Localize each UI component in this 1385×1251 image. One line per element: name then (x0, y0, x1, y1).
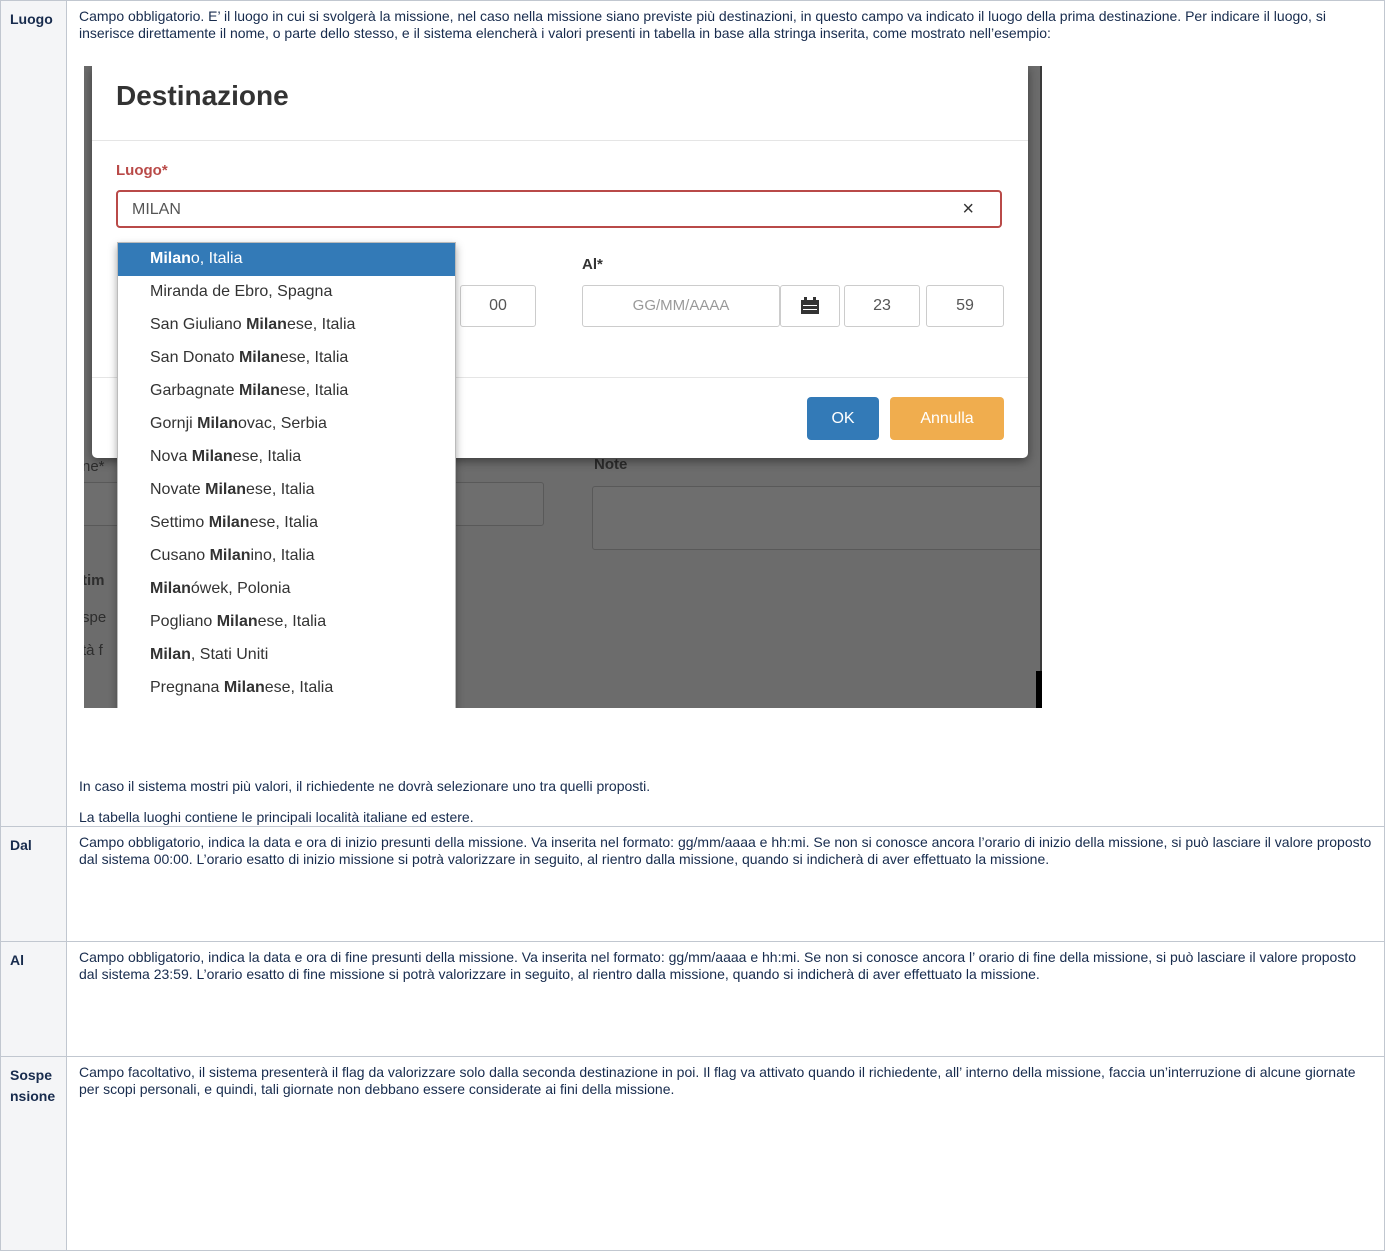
suggestion-text-pre: San Donato (150, 349, 239, 366)
suggestion-text-pre: Nova (150, 448, 192, 465)
suggestion-match: Milan (238, 382, 280, 399)
suggestion-item[interactable]: Miranda de Ebro, Spagna (118, 276, 455, 309)
suggestion-match: Milan (223, 679, 265, 696)
suggestion-text-post: ese, Italia (249, 514, 319, 531)
suggestion-text-post: , Stati Uniti (190, 646, 269, 663)
window-edge (1040, 66, 1042, 708)
suggestion-item[interactable]: Milan, Stati Uniti (118, 639, 455, 672)
suggestion-text-post: o, Italia (190, 250, 243, 267)
al-description: Campo obbligatorio, indica la data e ora… (79, 949, 1357, 982)
background-fragment: spe (84, 609, 107, 626)
suggestion-text-pre: Pogliano (150, 613, 217, 630)
suggestion-item[interactable]: Nova Milanese, Italia (118, 441, 455, 474)
row-label-dal: Dal (0, 826, 67, 942)
table-row-dal: Dal Campo obbligatorio, indica la data e… (0, 826, 1385, 942)
suggestion-text-post: ese, Italia (264, 679, 334, 696)
luogo-table-note: La tabella luoghi contiene le principali… (79, 809, 474, 825)
row-label-luogo: Luogo (0, 0, 67, 827)
dal-description: Campo obbligatorio, indica la data e ora… (79, 834, 1372, 867)
suggestion-text-post: ówek, Polonia (190, 580, 291, 597)
suggestion-text-pre: San Giuliano (150, 316, 247, 333)
background-fragment: tà f (84, 642, 103, 659)
suggestion-text-pre: Pregnana (150, 679, 224, 696)
embedded-screenshot: ne* Note tim spe tà f Destinazione Luogo… (84, 66, 1042, 708)
suggestion-match: Milan (197, 415, 239, 432)
suggestion-match: Milan (191, 448, 233, 465)
suggestion-text-post: ino, Italia (250, 547, 315, 564)
al-minutes-input[interactable]: 59 (926, 285, 1004, 327)
dal-minutes-input[interactable]: 00 (460, 285, 536, 327)
suggestion-text-pre: Gornji (150, 415, 198, 432)
luogo-suggestions-dropdown: Milano, Italia Miranda de Ebro, Spagna San… (117, 242, 456, 708)
suggestion-item[interactable]: Milanówek, Polonia (118, 573, 455, 606)
luogo-input-value: MILAN (132, 201, 181, 218)
table-row-sospensione: Sospensione Campo facoltativo, il sistem… (0, 1056, 1385, 1251)
luogo-selection-note: In caso il sistema mostri più valori, il… (79, 778, 651, 794)
window-edge-dark (1036, 671, 1042, 708)
suggestion-match: Milan (209, 547, 251, 564)
suggestion-item[interactable]: San Donato Milanese, Italia (118, 342, 455, 375)
suggestion-text-post: ese, Italia (279, 382, 349, 399)
background-note-field (592, 486, 1042, 550)
suggestion-item[interactable]: San Giuliano Milanese, Italia (118, 309, 455, 342)
row-label-sospensione: Sospensione (0, 1056, 67, 1251)
suggestion-item[interactable]: Settimo Milanese, Italia (118, 507, 455, 540)
calendar-icon (801, 296, 819, 314)
suggestion-match: Milan (238, 349, 280, 366)
luogo-intro-text: Campo obbligatorio. E’ il luogo in cui s… (79, 8, 1326, 41)
suggestion-match: Milan (246, 316, 287, 333)
suggestion-item[interactable]: Pregnana Milanese, Italia (118, 672, 455, 705)
suggestion-text-post: ese, Italia (246, 481, 315, 498)
row-content-luogo: Campo obbligatorio. E’ il luogo in cui s… (66, 0, 1385, 827)
suggestion-item[interactable]: Milano, Italia (118, 243, 455, 276)
suggestion-text-post: ese, Italia (279, 349, 349, 366)
suggestion-match: Milan (150, 250, 191, 267)
suggestion-text-post: ovac, Serbia (238, 415, 327, 432)
field-descriptions-table: Luogo Campo obbligatorio. E’ il luogo in… (0, 0, 1385, 1251)
suggestion-text-pre: Settimo (150, 514, 209, 531)
background-note-label: Note (594, 456, 628, 473)
suggestion-item[interactable]: Gornji Milanovac, Serbia (118, 408, 455, 441)
suggestion-text-post: ese, Italia (257, 613, 327, 630)
row-content-al: Campo obbligatorio, indica la data e ora… (66, 941, 1385, 1057)
suggestion-text-post: ese, Italia (232, 448, 302, 465)
ok-button[interactable]: OK (807, 397, 879, 440)
suggestion-match: Milan (150, 646, 191, 663)
background-fragment: ne* (84, 458, 105, 475)
suggestion-match: Milan (216, 613, 258, 630)
suggestion-text-pre: Garbagnate (150, 382, 239, 399)
row-content-sospensione: Campo facoltativo, il sistema presenterà… (66, 1056, 1385, 1251)
suggestion-text-post: ese, Italia (286, 316, 356, 333)
al-date-input[interactable]: GG/MM/AAAA (582, 285, 780, 327)
row-label-al: Al (0, 941, 67, 1057)
suggestion-item[interactable]: Garbagnate Milanese, Italia (118, 375, 455, 408)
row-content-dal: Campo obbligatorio, indica la data e ora… (66, 826, 1385, 942)
luogo-field-label: Luogo* (116, 162, 168, 179)
suggestion-item[interactable]: Pogliano Milanese, Italia (118, 606, 455, 639)
suggestion-text-pre: Novate (150, 481, 206, 498)
table-row-al: Al Campo obbligatorio, indica la data e … (0, 941, 1385, 1057)
calendar-button[interactable] (780, 285, 840, 327)
suggestion-text-pre: Miranda de Ebro, Spagna (150, 283, 333, 300)
suggestion-match: Milan (208, 514, 250, 531)
background-fragment: tim (84, 572, 105, 589)
clear-icon[interactable]: × (962, 198, 974, 221)
modal-header-divider (92, 140, 1028, 141)
sospensione-description: Campo facoltativo, il sistema presenterà… (79, 1064, 1356, 1097)
suggestion-match: Milan (205, 481, 247, 498)
annulla-button[interactable]: Annulla (890, 397, 1004, 440)
suggestion-item[interactable]: Novate Milanese, Italia (118, 474, 455, 507)
modal-title: Destinazione (116, 80, 289, 111)
table-row-luogo: Luogo Campo obbligatorio. E’ il luogo in… (0, 0, 1385, 827)
luogo-input[interactable]: MILAN × (116, 190, 1002, 228)
suggestion-match: Milan (150, 580, 191, 597)
al-hours-input[interactable]: 23 (844, 285, 920, 327)
suggestion-text-pre: Cusano (150, 547, 210, 564)
al-field-label: Al* (582, 256, 603, 273)
suggestion-item[interactable]: Cusano Milanino, Italia (118, 540, 455, 573)
